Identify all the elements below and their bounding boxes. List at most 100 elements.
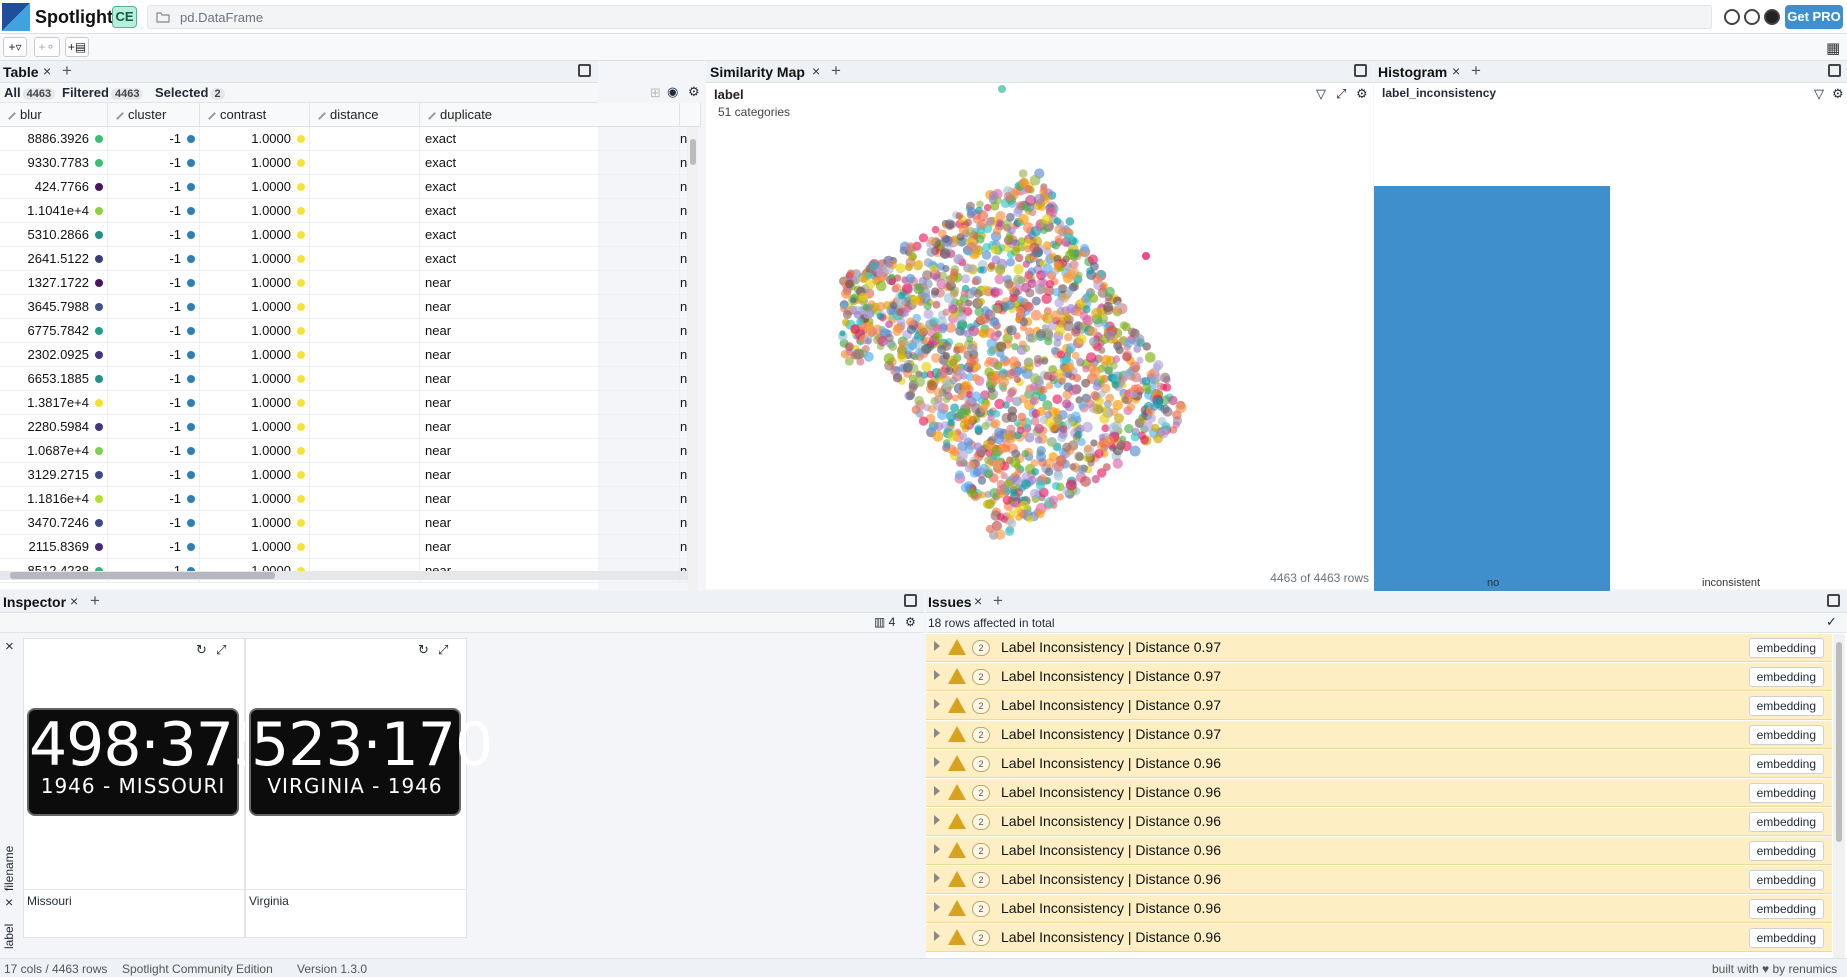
scatter-point[interactable]	[1017, 237, 1026, 245]
scatter-point[interactable]	[1008, 356, 1019, 367]
add-tab-icon[interactable]: +	[831, 61, 841, 81]
table-cell-duplicate[interactable]: near	[420, 271, 680, 295]
remove-label-row-close-icon[interactable]: ×	[5, 894, 13, 910]
add-filter-button[interactable]: +▿	[3, 37, 27, 57]
scatter-point[interactable]	[906, 391, 916, 401]
maximize-icon[interactable]	[1828, 64, 1841, 77]
scatter-point[interactable]	[1022, 344, 1031, 353]
scatter-point[interactable]	[1065, 342, 1076, 353]
table-cell-duplicate[interactable]: near	[420, 439, 680, 463]
table-cell-distance[interactable]	[310, 223, 420, 247]
expand-arrow-icon[interactable]	[934, 902, 940, 912]
scatter-point[interactable]	[1009, 293, 1018, 303]
issue-row[interactable]: 2 Label Inconsistency | Distance 0.97 embe…	[926, 663, 1832, 691]
scatter-point[interactable]	[1007, 226, 1016, 235]
scatter-point[interactable]	[1082, 365, 1090, 373]
scatter-point[interactable]	[1034, 283, 1046, 295]
table-cell-cluster[interactable]: -1	[108, 223, 200, 247]
scatter-point[interactable]	[934, 421, 944, 431]
table-cell-blur[interactable]: 1327.1722	[0, 271, 108, 295]
scatter-point[interactable]	[885, 258, 894, 268]
eye-icon[interactable]: ◉	[667, 84, 678, 100]
scatter-point[interactable]	[1040, 226, 1048, 235]
scatter-point[interactable]	[908, 374, 917, 383]
table-cell-cluster[interactable]: -1	[108, 151, 200, 175]
scatter-point[interactable]	[958, 224, 970, 236]
table-cell-extra[interactable]: n	[680, 487, 688, 511]
scatter-point[interactable]	[956, 367, 966, 377]
scatter-point[interactable]	[1041, 293, 1052, 305]
scatter-point[interactable]	[913, 283, 925, 295]
scatter-point[interactable]	[1124, 424, 1134, 434]
table-cell-blur[interactable]: 2115.8369	[0, 535, 108, 559]
scatter-point[interactable]	[994, 196, 1003, 205]
scatter-point[interactable]	[922, 270, 933, 281]
table-cell-cluster[interactable]: -1	[108, 295, 200, 319]
histogram-column[interactable]: label_inconsistency	[1382, 86, 1496, 100]
scatter-point[interactable]	[981, 421, 990, 430]
scatter-point[interactable]	[1099, 413, 1110, 424]
scatter-point[interactable]	[1153, 433, 1164, 444]
issue-column-tag[interactable]: embedding	[1748, 841, 1824, 861]
scatter-point[interactable]	[1040, 357, 1049, 365]
table-cell-cluster[interactable]: -1	[108, 271, 200, 295]
table-cell-extra[interactable]: n	[680, 247, 688, 271]
table-cell-extra[interactable]: n	[680, 463, 688, 487]
scatter-point[interactable]	[860, 276, 867, 283]
table-cell-extra[interactable]: n	[680, 343, 688, 367]
inspector-card[interactable]: ↻ ⤢ 498·375 1946 - MISSOURI Missouri	[23, 638, 271, 938]
table-cell-extra[interactable]: n	[680, 367, 688, 391]
scatter-point[interactable]	[958, 432, 968, 441]
table-cell-extra[interactable]: n	[680, 391, 688, 415]
scatter-point[interactable]	[926, 370, 935, 379]
issue-column-tag[interactable]: embedding	[1748, 870, 1824, 890]
table-cell-distance[interactable]	[310, 175, 420, 199]
table-cell-cluster[interactable]: -1	[108, 511, 200, 535]
scatter-point[interactable]	[892, 373, 903, 383]
scatter-point[interactable]	[1004, 234, 1014, 243]
inspector-tab[interactable]: Inspector	[3, 594, 66, 610]
close-icon[interactable]: ×	[70, 593, 78, 609]
scatter-point[interactable]	[966, 488, 977, 498]
table-cell-extra[interactable]: n	[680, 271, 688, 295]
scatter-point[interactable]	[888, 342, 898, 352]
scatter-point[interactable]	[955, 299, 964, 307]
table-cell-blur[interactable]: 6653.1885	[0, 367, 108, 391]
table-cell-duplicate[interactable]: near	[420, 511, 680, 535]
table-cell-cluster[interactable]: -1	[108, 463, 200, 487]
table-cell-cluster[interactable]: -1	[108, 199, 200, 223]
table-cell-contrast[interactable]: 1.0000	[200, 463, 310, 487]
scatter-point[interactable]	[1041, 213, 1052, 225]
scatter-point[interactable]	[971, 277, 980, 286]
tab-all[interactable]: All 4463	[4, 85, 56, 100]
scatter-point[interactable]	[918, 233, 929, 243]
scatter-point[interactable]	[1099, 283, 1107, 291]
issue-row[interactable]: 2 Label Inconsistency | Distance 0.96 embe…	[926, 750, 1832, 778]
scatter-point[interactable]	[905, 242, 916, 253]
table-cell-duplicate[interactable]: near	[420, 415, 680, 439]
scatter-point[interactable]	[923, 301, 932, 311]
scatter-point[interactable]	[1064, 232, 1074, 242]
scatter-point[interactable]	[1078, 401, 1087, 410]
column-header-contrast[interactable]: contrast	[200, 103, 310, 127]
scatter-point[interactable]	[927, 236, 936, 245]
scatter-point[interactable]	[998, 85, 1006, 93]
scatter-point[interactable]	[964, 464, 973, 473]
scatter-point[interactable]	[1088, 337, 1099, 347]
scatter-point[interactable]	[1065, 269, 1077, 280]
scatter-point[interactable]	[1063, 333, 1073, 342]
scatter-point[interactable]	[839, 330, 846, 337]
dataset-path-field[interactable]: pd.DataFrame	[147, 5, 1712, 29]
scatter-point[interactable]	[853, 348, 865, 360]
scatter-point[interactable]	[1040, 313, 1049, 322]
scatter-point[interactable]	[950, 268, 959, 277]
table-cell-distance[interactable]	[310, 463, 420, 487]
scatter-point[interactable]	[1056, 350, 1066, 359]
scatter-point[interactable]	[977, 210, 989, 222]
table-cell-blur[interactable]: 2302.0925	[0, 343, 108, 367]
scatter-point[interactable]	[991, 418, 1001, 429]
scatter-point[interactable]	[1042, 241, 1052, 250]
scatter-point[interactable]	[994, 398, 1005, 410]
table-cell-distance[interactable]	[310, 199, 420, 223]
scatter-point[interactable]	[1034, 423, 1045, 434]
